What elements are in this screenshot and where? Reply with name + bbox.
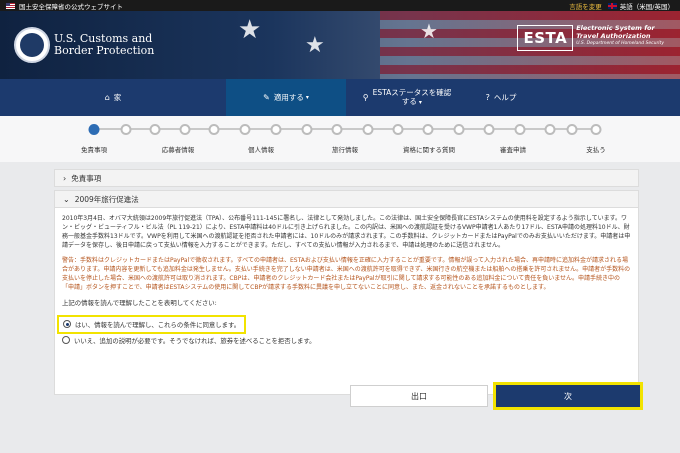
step-label-review: 審査申請 [500,146,526,154]
nav-home-label: 家 [113,93,122,102]
progress-step-dot [422,124,434,135]
agree-option-label[interactable]: はい、情報を読んで理解し、これらの条件に同意します。 [75,320,240,329]
site-header-banner: ★ ★ ★ U.S. Customs and Border Protection… [0,11,680,79]
nav-status-label-2: する [401,97,417,106]
agency-name-line2: Border Protection [54,44,155,57]
star-icon: ★ [305,33,325,58]
nav-check-status[interactable]: ⚲ ESTAステータスを確認 する ▾ [346,79,468,116]
nav-help-label: ヘルプ [493,93,517,102]
nav-status-label-1: ESTAステータスを確認 [372,88,452,97]
help-icon: ? [485,93,490,102]
tpa-paragraph: 2010年3月4日、オバマ大統領は2009年旅行促進法（TPA）、公布番号111… [62,215,631,249]
progress-step-dot [392,124,404,135]
decline-option-label[interactable]: いいえ、追加の説明が必要です。そうでなければ、旅券を述べることを拒否します。 [74,336,316,345]
step-label-eligibility: 資格に関する質問 [403,146,455,154]
pencil-icon: ✎ [263,93,270,102]
star-icon: ★ [420,19,438,43]
disclaimer-accordion[interactable]: › 免責事項 [54,169,639,187]
dhs-seal-logo[interactable] [14,27,50,63]
star-icon: ★ [238,15,262,45]
progress-step-dot [120,124,132,135]
progress-step-dot [483,124,495,135]
progress-step-dot [270,124,282,135]
change-language-link[interactable]: 言語を変更 [569,1,602,11]
chevron-down-icon: ⌄ [63,194,70,204]
step-label-payment: 支払う [586,146,606,154]
progress-step-dot [88,124,100,135]
esta-mark: ESTA [517,25,574,51]
uk-flag-icon [607,2,617,9]
progress-step-dot [544,124,556,135]
main-nav: ⌂ 家 ✎ 適用する ▾ ⚲ ESTAステータスを確認 する ▾ ? ヘルプ [0,79,680,116]
step-label-travel: 旅行情報 [332,146,358,154]
next-button[interactable]: 次 [493,382,643,410]
current-language-label: 英語（米国/英国） [619,2,674,11]
nav-apply[interactable]: ✎ 適用する ▾ [226,79,346,116]
nav-apply-label: 適用する [273,93,304,102]
nav-home[interactable]: ⌂ 家 [0,79,226,116]
official-site-text: 国土安全保障省の公式ウェブサイト [19,2,123,11]
progress-step-dot [149,124,161,135]
step-label-applicant: 応募者情報 [161,146,195,154]
progress-step-dot [239,124,251,135]
tpa-accordion-label: 2009年旅行促進法 [74,194,139,204]
language-selector[interactable]: 英語（米国/英国） [607,1,674,11]
main-content: › 免責事項 ⌄ 2009年旅行促進法 2010年3月4日、オバマ大統領は200… [54,169,639,395]
chevron-right-icon: › [63,173,67,183]
progress-step-dot [514,124,526,135]
exit-button[interactable]: 出口 [350,385,488,407]
agree-option-highlight: はい、情報を読んで理解し、これらの条件に同意します。 [56,314,247,334]
step-label-disclaimer: 免責事項 [81,146,107,154]
tpa-accordion[interactable]: ⌄ 2009年旅行促進法 [54,190,639,208]
esta-logo[interactable]: ESTA Electronic System for Travel Author… [517,24,664,51]
progress-step-dot [566,124,578,135]
progress-step-dot [590,124,602,135]
confirm-prompt: 上記の情報を読んで理解したことを表明してください: [62,299,217,307]
search-icon: ⚲ [362,93,369,102]
progress-step-dot [453,124,465,135]
progress-step-dot [179,124,191,135]
tpa-panel: 2010年3月4日、オバマ大統領は2009年旅行促進法（TPA）、公布番号111… [54,208,639,395]
esta-tagline-2: Travel Authorization [576,31,651,40]
application-progress: 免責事項 応募者情報 個人情報 旅行情報 資格に関する質問 審査申請 支払う [0,116,680,162]
cbp-logo-text[interactable]: U.S. Customs and Border Protection [54,33,154,57]
progress-step-dot [362,124,374,135]
step-label-personal: 個人情報 [248,146,274,154]
progress-step-dot [331,124,343,135]
agree-radio[interactable] [63,320,71,328]
chevron-down-icon: ▾ [418,99,422,106]
esta-dept: U.S. Department of Homeland Security [576,41,664,46]
fee-warning: 警告：手数料はクレジットカードまたはPayPalで徴収されます。すべての申請者は… [62,257,631,291]
decline-radio[interactable] [62,336,70,344]
us-flag-icon [6,2,15,9]
disclaimer-accordion-label: 免責事項 [71,173,102,183]
home-icon: ⌂ [104,93,110,102]
decline-option[interactable]: いいえ、追加の説明が必要です。そうでなければ、旅券を述べることを拒否します。 [62,334,631,347]
agree-option[interactable]: はい、情報を読んで理解し、これらの条件に同意します。 [63,318,240,331]
chevron-down-icon: ▾ [305,94,309,101]
top-utility-bar: 国土安全保障省の公式ウェブサイト 言語を変更 英語（米国/英国） [0,0,680,11]
progress-step-dot [208,124,220,135]
progress-step-dot [301,124,313,135]
nav-help[interactable]: ? ヘルプ [468,79,534,116]
official-site-notice: 国土安全保障省の公式ウェブサイト [6,1,123,11]
